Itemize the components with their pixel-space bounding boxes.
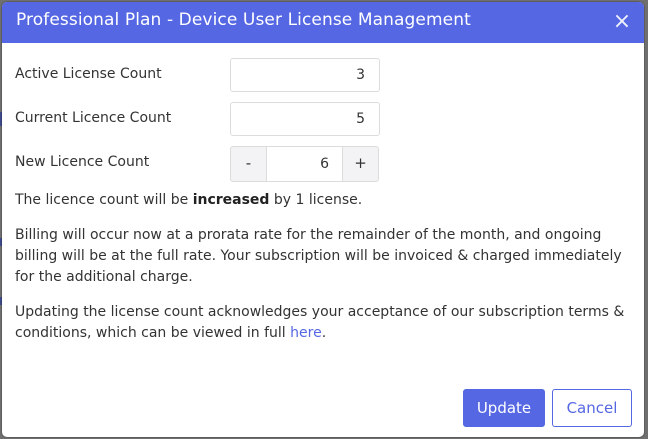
summary-emphasis: increased (192, 192, 270, 208)
increment-button[interactable]: + (342, 146, 379, 182)
new-licence-input[interactable]: 6 (266, 146, 343, 182)
summary-suffix: by 1 license. (269, 192, 363, 208)
decrement-button[interactable]: - (230, 146, 267, 182)
current-licence-label: Current Licence Count (15, 110, 172, 126)
terms-notice: Updating the license count acknowledges … (15, 302, 635, 344)
new-licence-row: New Licence Count - 6 + (15, 146, 395, 182)
active-license-row: Active License Count 3 (15, 58, 395, 92)
summary-prefix: The licence count will be (15, 192, 193, 208)
license-management-dialog: Professional Plan - Device User License … (2, 2, 644, 437)
current-licence-row: Current Licence Count 5 (15, 102, 395, 136)
cancel-button[interactable]: Cancel (552, 389, 632, 427)
active-license-value: 3 (230, 58, 380, 92)
current-licence-value: 5 (230, 102, 380, 136)
new-licence-label: New Licence Count (15, 154, 150, 170)
terms-end: . (321, 325, 327, 341)
dialog-header: Professional Plan - Device User License … (2, 2, 644, 43)
active-license-label: Active License Count (15, 66, 162, 82)
dialog-title: Professional Plan - Device User License … (16, 10, 471, 30)
terms-link[interactable]: here (290, 325, 322, 341)
close-icon[interactable]: × (612, 11, 632, 33)
billing-notice: Billing will occur now at a prorata rate… (15, 227, 622, 285)
licence-change-summary: The licence count will be increased by 1… (15, 190, 635, 211)
update-button[interactable]: Update (463, 389, 545, 427)
new-licence-stepper: - 6 + (230, 146, 380, 182)
